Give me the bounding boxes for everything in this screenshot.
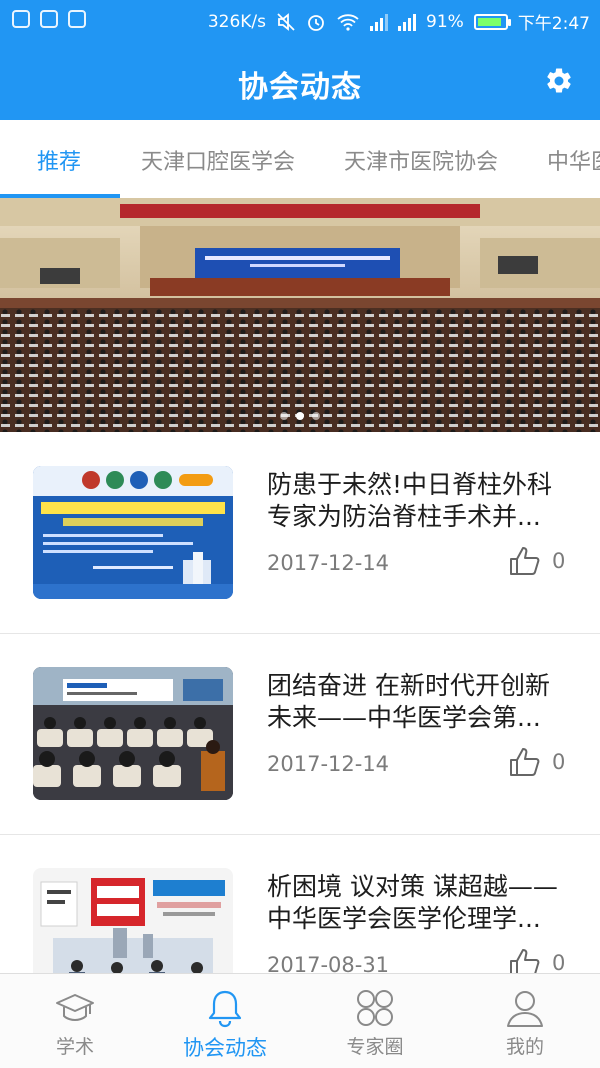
nav-mine[interactable]: 我的 <box>450 974 600 1068</box>
bell-icon <box>208 990 242 1028</box>
notification-icons <box>12 10 86 28</box>
network-speed: 326K/s <box>207 11 267 32</box>
thumbs-up-icon <box>510 547 540 575</box>
like-count: 0 <box>552 750 566 774</box>
category-tabs: 推荐 天津口腔医学会 天津市医院协会 中华医 <box>0 120 600 199</box>
signal-icon <box>398 13 417 31</box>
article-date: 2017-12-14 <box>267 551 390 575</box>
user-icon <box>507 991 543 1027</box>
page-title: 协会动态 <box>238 70 362 105</box>
alarm-icon <box>308 14 324 31</box>
like-button[interactable]: 0 <box>508 746 565 778</box>
conference-hall-image <box>0 198 600 432</box>
grid-circles-icon <box>357 990 393 1026</box>
carousel-dot[interactable] <box>280 412 288 420</box>
nav-expert-circle[interactable]: 专家圈 <box>300 974 450 1068</box>
list-item[interactable]: 防患于未然!中日脊柱外科专家为防治脊柱手术并... 2017-12-14 0 <box>0 433 600 634</box>
carousel-dots <box>0 412 600 420</box>
article-thumbnail <box>33 466 233 599</box>
clock: 下午2:47 <box>517 14 590 34</box>
nav-association-news-label: 协会动态 <box>183 1036 267 1060</box>
nav-mine-label: 我的 <box>505 1036 544 1058</box>
carousel-dot[interactable] <box>312 412 320 420</box>
bottom-navigation: 学术 协会动态 专家圈 我的 <box>0 973 600 1068</box>
nav-academic[interactable]: 学术 <box>0 974 150 1068</box>
nav-association-news[interactable]: 协会动态 <box>150 974 300 1068</box>
app-header: 协会动态 <box>0 40 600 120</box>
tab-chinese-medical[interactable]: 中华医 <box>547 144 600 176</box>
signal-icon <box>370 13 389 31</box>
android-notification-icon <box>40 10 58 28</box>
nav-expert-circle-label: 专家圈 <box>346 1036 404 1058</box>
article-date: 2017-12-14 <box>267 752 390 776</box>
article-title: 防患于未然!中日脊柱外科专家为防治脊柱手术并... <box>267 470 553 531</box>
graduation-cap-icon <box>56 994 94 1022</box>
article-title: 团结奋进 在新时代开创新未来——中华医学会第... <box>267 671 550 732</box>
banner-carousel[interactable] <box>0 198 600 432</box>
article-title: 析困境 议对策 谋超越——中华医学会医学伦理学... <box>267 872 558 933</box>
like-count: 0 <box>552 951 566 975</box>
tab-tianjin-hospital-association[interactable]: 天津市医院协会 <box>344 144 498 176</box>
carousel-dot[interactable] <box>296 412 304 420</box>
status-bar: 326K/s 91% 下午2:47 <box>0 0 600 40</box>
nav-academic-label: 学术 <box>55 1036 94 1058</box>
battery-icon <box>473 13 511 30</box>
android-notification-icon <box>12 10 30 28</box>
wifi-icon <box>337 13 359 31</box>
gear-icon[interactable] <box>544 66 574 96</box>
tab-tianjin-stomatological[interactable]: 天津口腔医学会 <box>141 144 295 176</box>
like-count: 0 <box>552 549 566 573</box>
article-thumbnail <box>33 667 233 800</box>
battery-percent: 91% <box>426 11 464 32</box>
list-item[interactable]: 团结奋进 在新时代开创新未来——中华医学会第... 2017-12-14 0 <box>0 634 600 835</box>
like-button[interactable]: 0 <box>508 545 565 577</box>
battery-fill <box>477 17 502 26</box>
tab-recommended[interactable]: 推荐 <box>37 144 81 176</box>
thumbs-up-icon <box>510 748 540 776</box>
mute-icon <box>277 12 295 31</box>
android-notification-icon <box>68 10 86 28</box>
